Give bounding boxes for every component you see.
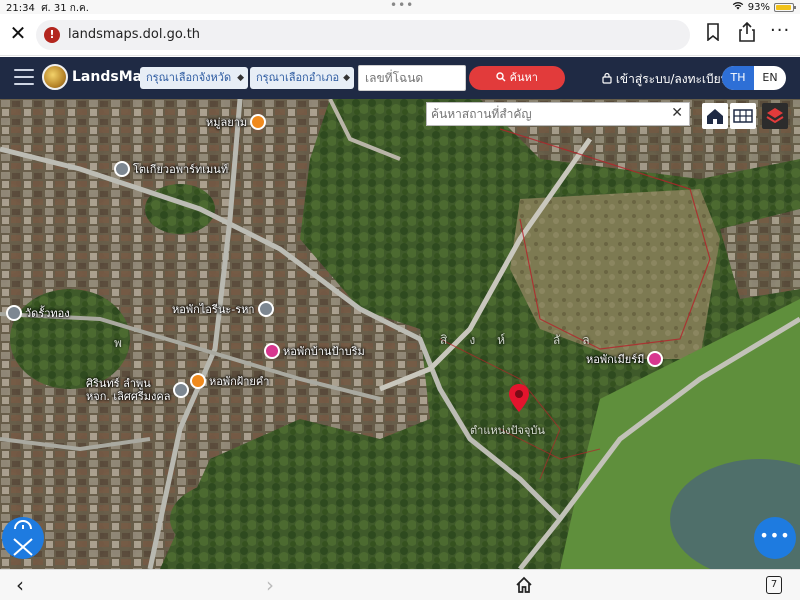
poi-marker[interactable]: วัดรั้วทอง: [6, 304, 70, 322]
poi-label: โตเกียวอพาร์ทเมนท์: [133, 163, 229, 176]
app-header: LandsMaps กรุณาเลือกจังหวัด ◆ กรุณาเลือก…: [0, 57, 800, 99]
lang-th-button[interactable]: TH: [722, 66, 754, 90]
close-icon[interactable]: ✕: [8, 22, 28, 44]
poi-label: หอพักไอรีนะ-รหา: [172, 303, 255, 316]
more-dots-icon: •••: [759, 526, 791, 545]
deed-number-input[interactable]: [358, 65, 466, 91]
insecure-site-icon[interactable]: !: [44, 27, 60, 43]
home-icon[interactable]: [514, 575, 534, 595]
poi-marker[interactable]: หอพักเมียร์มี: [586, 350, 664, 368]
status-right: 93%: [732, 1, 796, 13]
measure-tool-button[interactable]: [2, 517, 44, 559]
poi-label: วัดรั้วทอง: [25, 307, 70, 320]
place-icon: [173, 382, 190, 398]
status-date: ศ. 31 ก.ค.: [41, 3, 89, 14]
grid-icon: [733, 109, 753, 123]
chevron-updown-icon: ◆: [343, 73, 350, 83]
menu-icon[interactable]: [14, 69, 34, 85]
tab-count-button[interactable]: 7: [766, 576, 782, 594]
poi-marker[interactable]: หอพักไอรีนะ-รหา: [172, 300, 274, 318]
province-select[interactable]: กรุณาเลือกจังหวัด ◆: [140, 67, 248, 89]
poi-label: หอพักฝ้ายคำ: [209, 375, 270, 388]
hotel-icon: [264, 343, 280, 359]
layers-icon: [766, 108, 784, 124]
poi-marker[interactable]: โตเกียวอพาร์ทเมนท์: [114, 160, 228, 178]
area-label: พ: [114, 336, 122, 350]
grid-layer-button[interactable]: [730, 103, 756, 129]
dol-logo[interactable]: [42, 64, 68, 90]
poi-marker[interactable]: ศิรินทร์ ลำพูน หจก. เลิศศรีมงคล: [86, 377, 190, 403]
district-select[interactable]: กรุณาเลือกอำเภอ ◆: [250, 67, 354, 89]
chevron-updown-icon: ◆: [237, 73, 244, 83]
ruler-pencil-icon: [13, 520, 33, 556]
place-search-input[interactable]: [427, 103, 661, 125]
search-button-label: ค้นหา: [509, 71, 538, 84]
battery-percent: 93%: [747, 1, 770, 13]
satellite-map[interactable]: ✕ หมู่ลยาม โตเกียวอพาร์ทเมนท์ หอพักไอรีน…: [0, 99, 800, 569]
browser-url-bar: ✕ ! landsmaps.dol.go.th ···: [0, 14, 800, 56]
hotel-icon: [647, 351, 664, 367]
house-icon: [707, 109, 723, 124]
more-options-icon[interactable]: ···: [770, 20, 790, 41]
layers-button[interactable]: [762, 103, 788, 129]
battery-fill: [776, 4, 791, 10]
search-button[interactable]: ค้นหา: [469, 66, 565, 90]
poi-label: หอพักบ้านป้าบริม: [283, 345, 365, 358]
poi-label: หอพักเมียร์มี: [586, 353, 645, 366]
district-select-label: กรุณาเลือกอำเภอ: [256, 71, 340, 84]
poi-label: หมู่ลยาม: [206, 116, 248, 129]
language-toggle[interactable]: TH EN: [722, 66, 786, 90]
location-marker[interactable]: [508, 383, 530, 417]
poi-marker[interactable]: หอพักฝ้ายคำ: [190, 372, 269, 390]
login-link[interactable]: เข้าสู่ระบบ/ลงทะเบียน: [602, 70, 729, 89]
province-select-label: กรุณาเลือกจังหวัด: [146, 71, 232, 84]
back-icon[interactable]: ‹: [16, 573, 24, 597]
lock-icon: [602, 72, 616, 86]
building-icon: [250, 114, 267, 130]
place-search-box[interactable]: ✕: [426, 102, 690, 126]
status-time: 21:34: [6, 3, 35, 14]
wifi-icon: [732, 1, 744, 13]
marker-label: ตำแหน่งปัจจุบัน: [470, 424, 545, 437]
browser-bottom-bar: ‹ › 7: [0, 569, 800, 600]
poi-marker[interactable]: หมู่ลยาม: [206, 113, 267, 131]
battery-icon: [774, 2, 796, 12]
building-icon: [190, 373, 206, 389]
address-field[interactable]: ! landsmaps.dol.go.th: [36, 20, 690, 50]
place-icon: [114, 161, 130, 177]
poi-label: ศิรินทร์ ลำพูน หจก. เลิศศรีมงคล: [86, 377, 171, 403]
forward-icon[interactable]: ›: [266, 573, 274, 597]
search-icon: [496, 71, 510, 84]
login-label: เข้าสู่ระบบ/ลงทะเบียน: [615, 72, 729, 86]
map-pin-icon: [509, 384, 529, 412]
bookmark-icon[interactable]: [706, 23, 720, 41]
url-text[interactable]: landsmaps.dol.go.th: [68, 27, 200, 42]
status-bar: 21:34 ศ. 31 ก.ค. ••• 93%: [0, 0, 800, 14]
home-view-button[interactable]: [702, 103, 728, 129]
share-icon[interactable]: [738, 22, 756, 42]
place-icon: [257, 301, 274, 317]
poi-marker[interactable]: หอพักบ้านป้าบริม: [264, 342, 365, 360]
clear-search-icon[interactable]: ✕: [671, 105, 683, 121]
multitask-dots-icon[interactable]: •••: [390, 0, 414, 12]
more-actions-button[interactable]: •••: [754, 517, 796, 559]
area-label: สิงห์ ลัล: [440, 333, 612, 347]
temple-icon: [6, 305, 22, 321]
lang-en-button[interactable]: EN: [754, 66, 786, 90]
